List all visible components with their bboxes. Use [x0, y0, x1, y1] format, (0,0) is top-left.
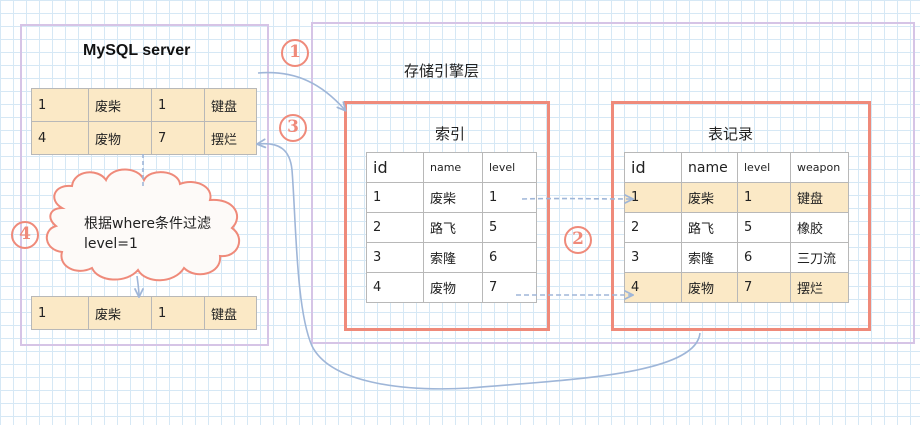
step-2-label: 2: [572, 229, 584, 249]
flow-arrow-step1: [257, 71, 345, 110]
step-3-label: 3: [287, 117, 299, 137]
filter-condition-line2: level=1: [84, 236, 138, 252]
filter-condition-text: 根据where条件过滤 level=1: [84, 214, 211, 254]
step-4-label: 4: [19, 224, 31, 244]
flow-arrow-step3: [258, 144, 701, 390]
step-1-label: 1: [289, 42, 301, 62]
flow-arrow-result: [137, 275, 139, 296]
diagram-overlay: [11, 39, 701, 390]
filter-condition-line1: 根据where条件过滤: [84, 216, 211, 232]
